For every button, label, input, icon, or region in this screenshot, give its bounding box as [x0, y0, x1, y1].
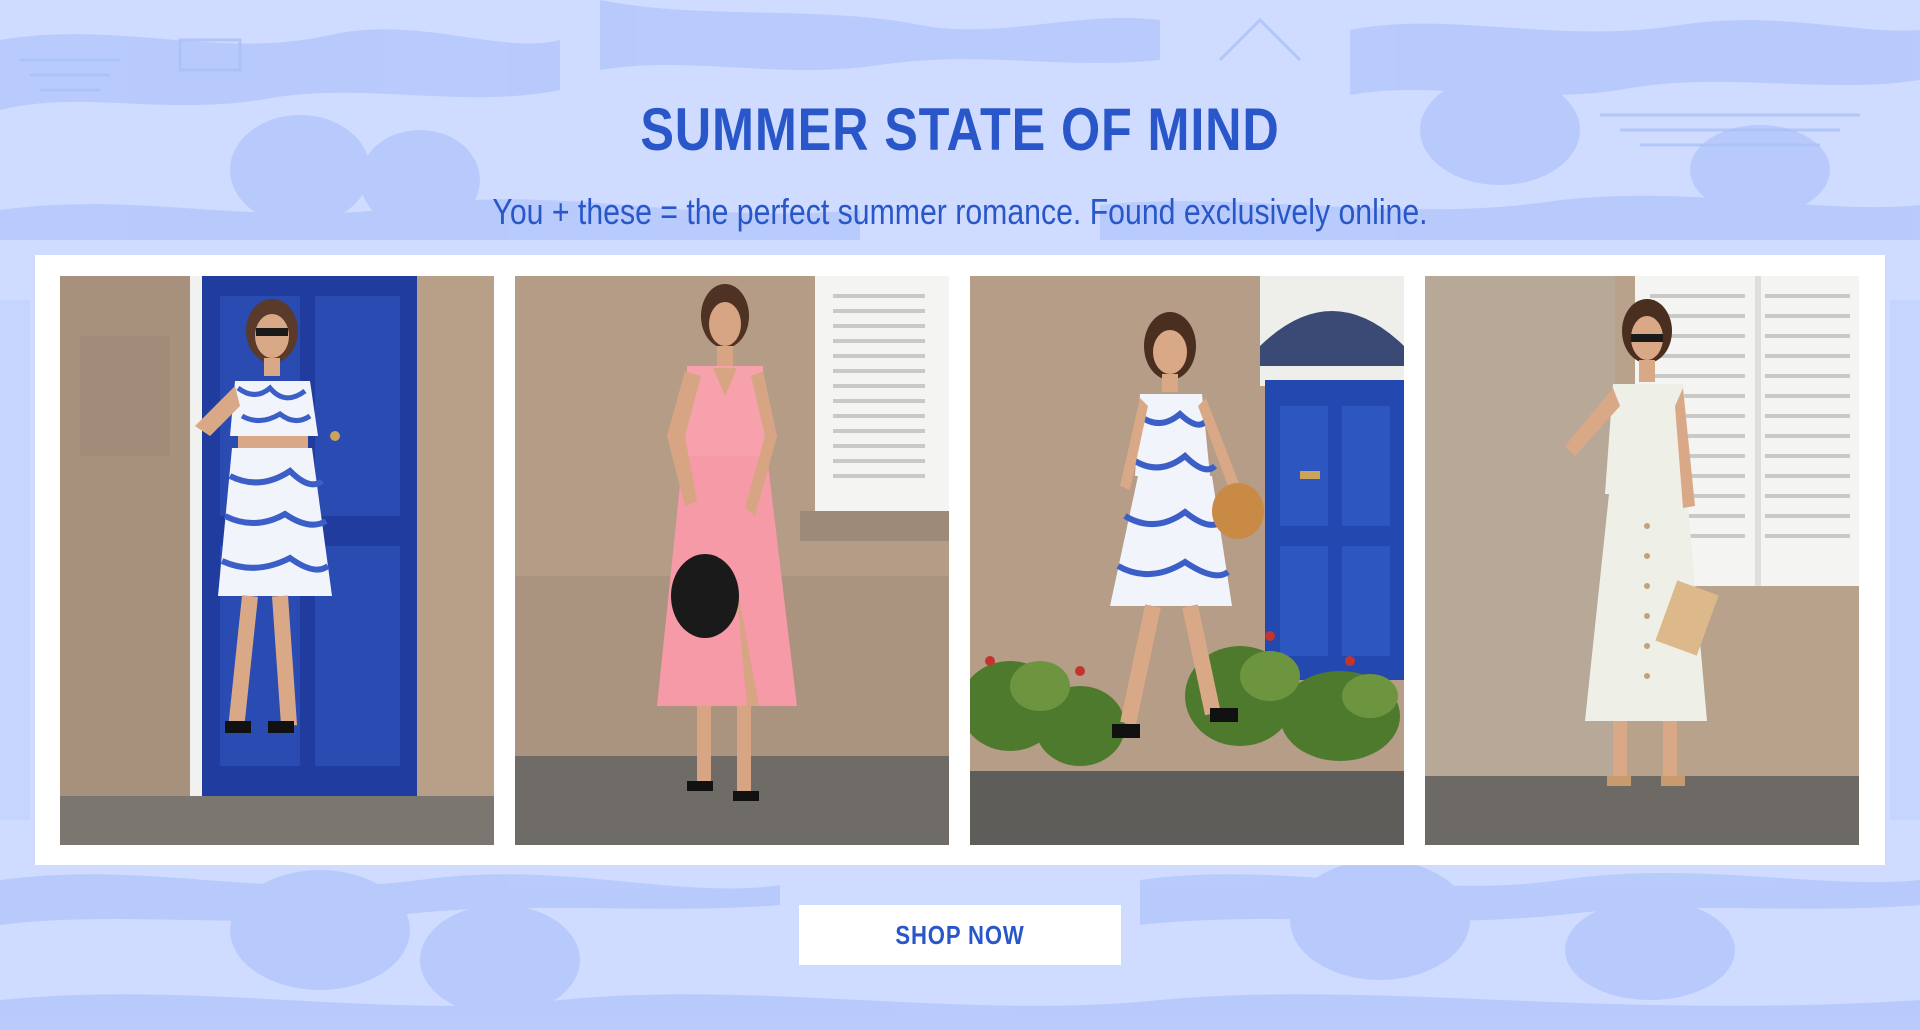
- product-photo-1[interactable]: [60, 276, 494, 845]
- shop-now-button[interactable]: SHOP NOW: [799, 905, 1121, 965]
- product-photo-4[interactable]: [1425, 276, 1859, 845]
- product-photo-2[interactable]: [515, 276, 949, 845]
- product-gallery: [35, 255, 1885, 865]
- product-photo-3[interactable]: [970, 276, 1404, 845]
- shop-now-label: SHOP NOW: [895, 919, 1025, 950]
- page-subtitle: You + these = the perfect summer romance…: [492, 191, 1428, 232]
- page-title: SUMMER STATE OF MIND: [640, 96, 1280, 164]
